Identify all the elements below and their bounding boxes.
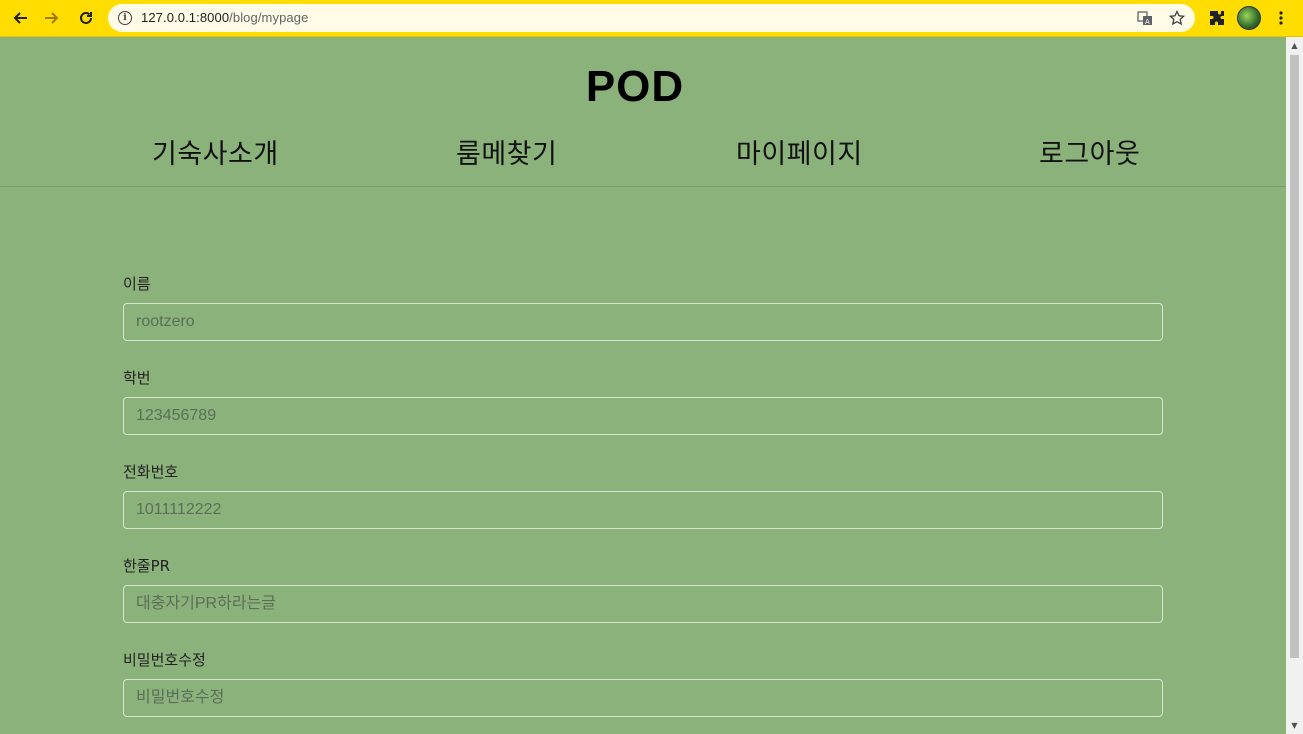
url-path: /blog/mypage xyxy=(229,10,309,25)
page-content: POD 기숙사소개 룸메찾기 마이페이지 로그아웃 이름 학번 전화번호 한줄P… xyxy=(0,37,1286,734)
name-label: 이름 xyxy=(123,275,151,293)
pr-label: 한줄PR xyxy=(123,557,171,575)
browser-toolbar: i 127.0.0.1:8000/blog/mypage A xyxy=(0,0,1303,37)
svg-text:A: A xyxy=(1145,18,1150,26)
name-input[interactable] xyxy=(123,303,1163,341)
page-scrollbar[interactable]: ▲ ▼ xyxy=(1286,37,1303,734)
reload-icon[interactable] xyxy=(74,7,98,29)
student-id-label: 학번 xyxy=(123,369,151,387)
phone-label: 전화번호 xyxy=(123,463,179,481)
student-id-input[interactable] xyxy=(123,397,1163,435)
avatar xyxy=(1237,6,1261,30)
password-change-input[interactable] xyxy=(123,679,1163,717)
phone-input[interactable] xyxy=(123,491,1163,529)
address-url[interactable]: 127.0.0.1:8000/blog/mypage xyxy=(141,10,308,25)
profile-avatar[interactable] xyxy=(1237,6,1261,30)
password-change-label: 비밀번호수정 xyxy=(123,651,206,669)
nav-item-logout[interactable]: 로그아웃 xyxy=(1039,132,1140,171)
url-host: 127.0.0.1:8000 xyxy=(141,10,230,25)
nav-divider xyxy=(0,186,1286,187)
forward-icon[interactable] xyxy=(40,7,64,29)
nav-item-mypage[interactable]: 마이페이지 xyxy=(736,132,863,171)
bookmark-star-icon[interactable] xyxy=(1168,9,1186,27)
scroll-up-arrow-icon[interactable]: ▲ xyxy=(1286,37,1303,54)
back-icon[interactable] xyxy=(8,7,32,29)
scrollbar-thumb[interactable] xyxy=(1290,55,1299,658)
scroll-down-arrow-icon[interactable]: ▼ xyxy=(1286,717,1303,734)
site-title[interactable]: POD xyxy=(0,62,1270,112)
extensions-icon[interactable] xyxy=(1205,6,1229,30)
site-info-icon[interactable]: i xyxy=(118,11,132,25)
pr-input[interactable] xyxy=(123,585,1163,623)
nav-item-dorm-intro[interactable]: 기숙사소개 xyxy=(152,132,279,171)
translate-icon[interactable]: A xyxy=(1136,9,1154,27)
more-menu-icon[interactable] xyxy=(1269,6,1293,30)
nav-item-find-roommate[interactable]: 룸메찾기 xyxy=(456,132,557,171)
address-bar[interactable]: i 127.0.0.1:8000/blog/mypage A xyxy=(108,4,1195,32)
